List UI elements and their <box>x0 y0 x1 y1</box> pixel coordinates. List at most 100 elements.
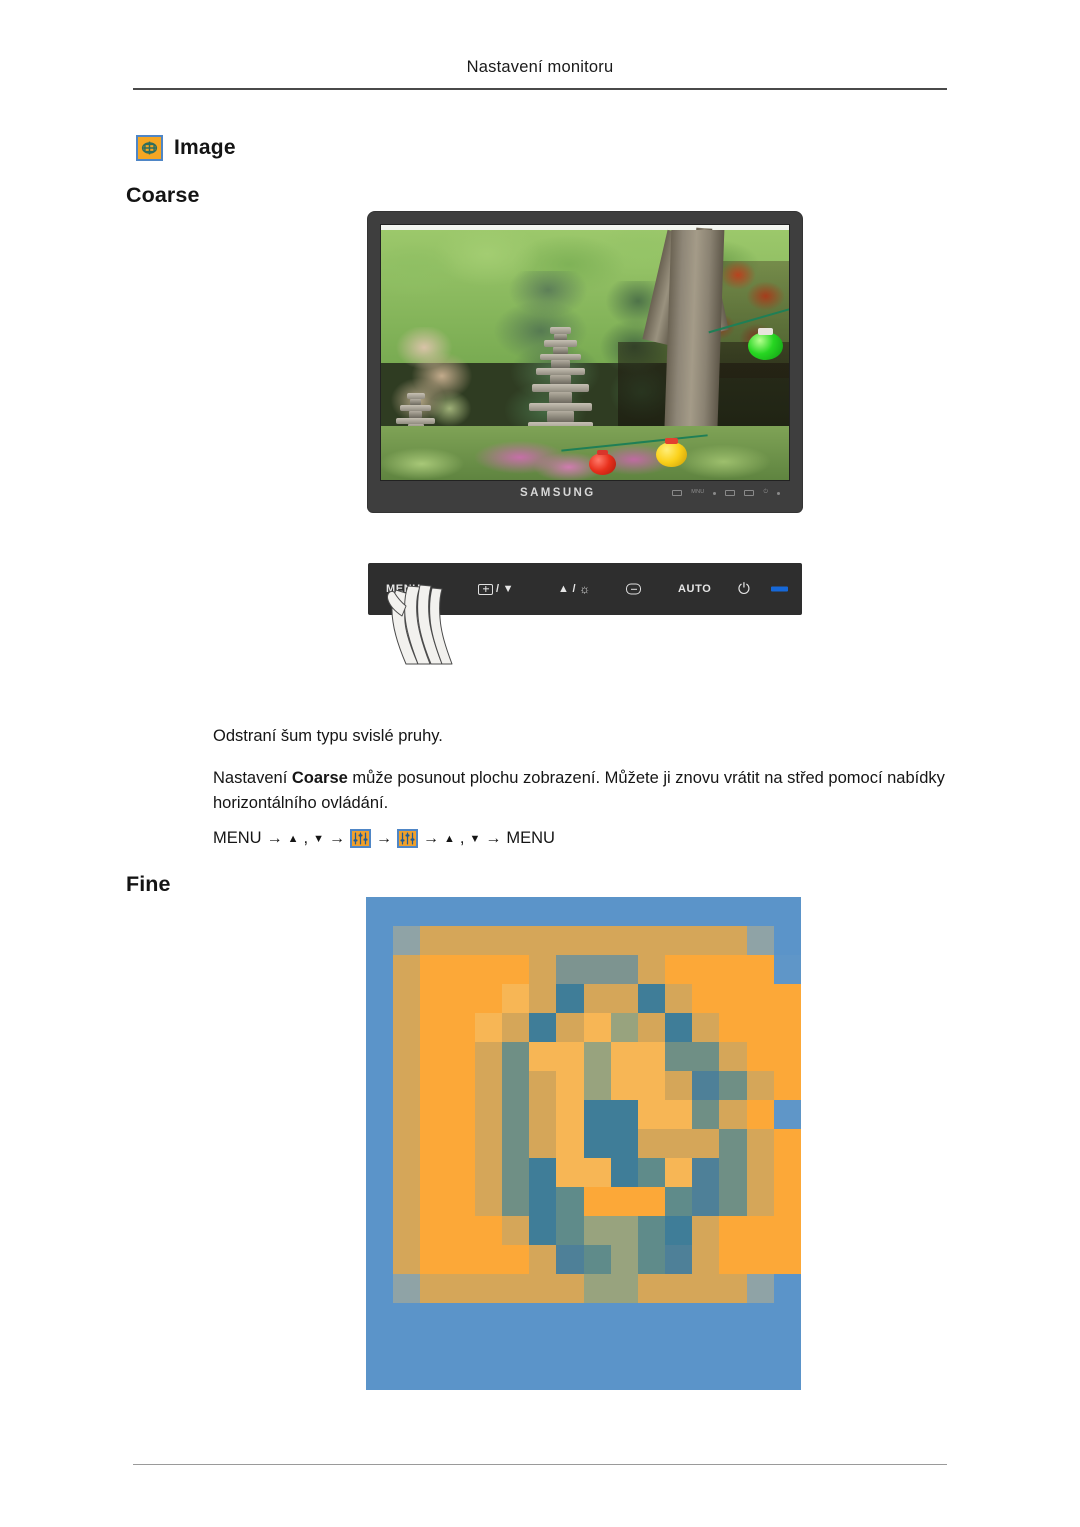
source-icon <box>478 583 493 595</box>
garden-photo <box>381 225 789 480</box>
pixel-cell <box>719 1303 747 1332</box>
pixel-cell <box>773 926 801 955</box>
pixel-cell <box>583 1071 611 1100</box>
pixel-cell <box>447 1187 475 1216</box>
path-comma-1: , <box>303 829 309 847</box>
samsung-logo: SAMSUNG <box>520 487 596 499</box>
pixel-cell <box>501 1187 530 1216</box>
pixel-cell <box>366 1158 394 1187</box>
pixel-cell <box>556 1158 584 1187</box>
path-arrow-5: → <box>485 829 502 847</box>
auto-button[interactable]: AUTO <box>678 583 711 595</box>
menu-button[interactable]: MENU <box>386 583 421 595</box>
pixel-cell <box>773 1129 801 1158</box>
pixel-cell <box>746 1274 774 1303</box>
note-pre: Nastavení <box>213 769 292 787</box>
pixel-cell <box>529 1100 557 1129</box>
pixel-cell <box>746 1158 774 1187</box>
pixel-cell <box>366 897 394 926</box>
pixel-cell <box>692 1361 720 1390</box>
pixel-cell <box>692 926 720 955</box>
pixel-cell <box>501 1071 530 1100</box>
section-heading: Image <box>136 135 236 161</box>
pixel-cell <box>773 897 801 926</box>
pixel-cell <box>773 1158 801 1187</box>
pixel-cell <box>610 1361 638 1390</box>
pixel-cell <box>420 1042 448 1071</box>
pixel-cell <box>610 1129 638 1158</box>
pixel-cell <box>665 1158 693 1187</box>
path-arrow-2: → <box>328 829 345 847</box>
note-bold-term: Coarse <box>291 769 348 787</box>
pixel-cell <box>447 926 475 955</box>
pixel-cell <box>529 1274 557 1303</box>
pixel-cell <box>556 1274 584 1303</box>
pixel-cell <box>692 1013 720 1042</box>
pixel-cell <box>556 1187 584 1216</box>
pixel-cell <box>474 1013 502 1042</box>
pixel-cell <box>583 1303 611 1332</box>
pixel-cell <box>692 1274 720 1303</box>
pixel-cell <box>665 1332 693 1361</box>
pixel-cell <box>556 1216 584 1245</box>
power-button[interactable]: ⏻ <box>738 582 750 597</box>
pixel-cell <box>773 1187 801 1216</box>
pixel-cell <box>719 1216 747 1245</box>
pixel-cell <box>637 1274 666 1303</box>
pixel-cell <box>529 1216 557 1245</box>
pixel-cell <box>366 1013 394 1042</box>
source-down-button[interactable]: / ▼ <box>478 583 514 595</box>
bezel-enter-icon <box>744 490 755 496</box>
pixel-cell <box>501 1216 530 1245</box>
enter-icon <box>626 583 641 595</box>
pixel-cell <box>420 1013 448 1042</box>
pixel-cell <box>393 1361 421 1390</box>
pixel-cell <box>746 1129 774 1158</box>
heading-coarse: Coarse <box>126 183 200 207</box>
pixel-cell <box>610 1042 638 1071</box>
path-down-icon-2: ▼ <box>469 832 481 845</box>
pixel-cell <box>420 1187 448 1216</box>
pixel-cell <box>556 984 584 1013</box>
path-arrow-3: → <box>375 829 392 847</box>
pixel-cell <box>420 1303 448 1332</box>
pixel-cell <box>420 1274 448 1303</box>
pixel-cell <box>474 1129 502 1158</box>
enter-button[interactable] <box>626 583 641 595</box>
pixel-cell <box>420 926 448 955</box>
pixel-cell <box>366 955 394 984</box>
pixel-cell <box>393 1071 421 1100</box>
pixel-cell <box>556 1332 584 1361</box>
pixel-cell <box>474 1245 502 1274</box>
pixel-cell <box>529 1042 557 1071</box>
pixel-cell <box>366 1129 394 1158</box>
pixel-cell <box>719 1187 747 1216</box>
pixel-cell <box>393 1216 421 1245</box>
pixel-cell <box>746 1361 774 1390</box>
pixel-cell <box>719 984 747 1013</box>
pixel-cell <box>556 926 584 955</box>
pixel-cell <box>692 1332 720 1361</box>
pixel-cell <box>610 1187 638 1216</box>
pixel-cell <box>501 1042 530 1071</box>
path-end: MENU <box>506 829 555 847</box>
footer-divider <box>133 1464 947 1465</box>
pixel-cell <box>366 984 394 1013</box>
pixel-cell <box>529 1187 557 1216</box>
pixel-cell <box>583 1274 611 1303</box>
pixel-cell <box>665 1245 693 1274</box>
pixel-cell <box>447 1129 475 1158</box>
brightness-up-button[interactable]: ▲ / ☼ <box>558 583 591 595</box>
pixel-cell <box>773 1303 801 1332</box>
pixel-cell <box>556 897 584 926</box>
pixel-cell <box>420 1361 448 1390</box>
paragraph-coarse-description: Odstraní šum typu svislé pruhy. <box>213 727 443 745</box>
pixel-cell <box>583 1042 611 1071</box>
pixel-cell <box>746 1100 774 1129</box>
pixel-cell <box>692 955 720 984</box>
pixel-cell <box>420 1071 448 1100</box>
pixel-cell <box>447 1158 475 1187</box>
pixel-cell <box>474 926 502 955</box>
pixel-cell <box>665 1129 693 1158</box>
pixel-cell <box>610 955 638 984</box>
